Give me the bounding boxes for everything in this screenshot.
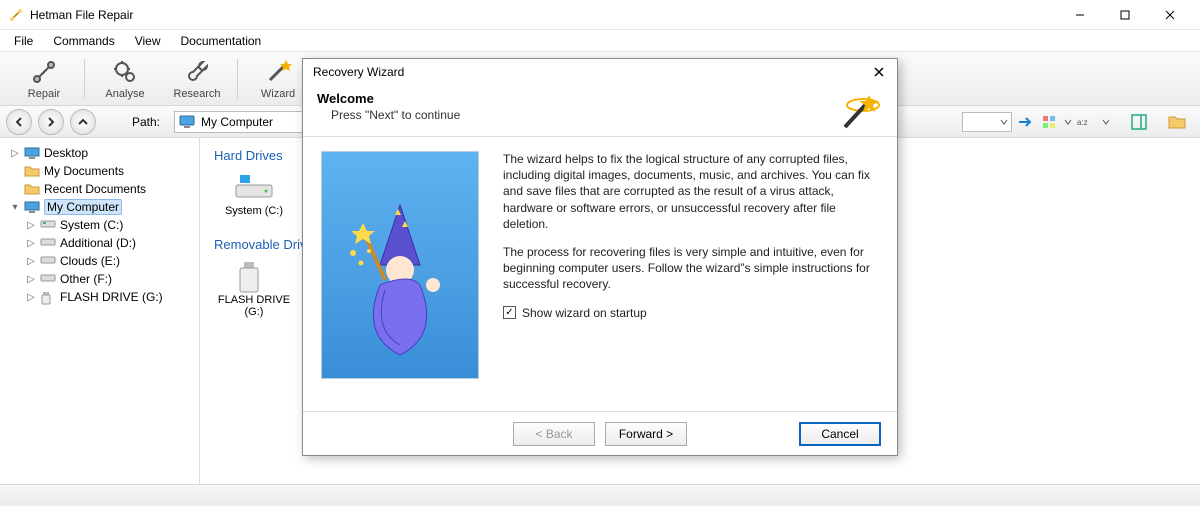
- forward-nav-button[interactable]: [38, 109, 64, 135]
- minimize-button[interactable]: [1057, 0, 1102, 30]
- drive-icon: [40, 237, 56, 249]
- drive-system[interactable]: System (C:): [214, 171, 294, 217]
- filter-dropdown[interactable]: [962, 112, 1012, 132]
- forward-button[interactable]: Forward >: [605, 422, 687, 446]
- window-title: Hetman File Repair: [30, 8, 133, 22]
- drive-icon: [234, 171, 274, 201]
- svg-text:a:z: a:z: [1077, 118, 1088, 127]
- toolbar-repair[interactable]: Repair: [8, 54, 80, 104]
- wrench-icon: [183, 58, 211, 86]
- app-icon: [8, 7, 24, 23]
- preview-pane-icon[interactable]: [1128, 111, 1150, 133]
- welcome-subtitle: Press "Next" to continue: [331, 108, 835, 122]
- up-button[interactable]: [70, 109, 96, 135]
- menubar: File Commands View Documentation: [0, 30, 1200, 52]
- recovery-wizard-dialog: Recovery Wizard Welcome Press "Next" to …: [302, 58, 898, 456]
- welcome-heading: Welcome: [317, 91, 835, 106]
- path-label: Path:: [132, 115, 160, 129]
- folder-tree: ▷Desktop My Documents Recent Documents ▾…: [0, 138, 200, 484]
- menu-file[interactable]: File: [6, 32, 41, 50]
- toolbar-research[interactable]: Research: [161, 54, 233, 104]
- toolbar-repair-label: Repair: [28, 88, 60, 100]
- wand-icon: [264, 58, 292, 86]
- checkbox-label: Show wizard on startup: [522, 305, 647, 321]
- dialog-title: Recovery Wizard: [313, 65, 404, 79]
- checkbox-icon: ✓: [503, 306, 516, 319]
- dialog-close-button[interactable]: [867, 62, 891, 82]
- wizard-illustration: [321, 151, 479, 379]
- path-value: My Computer: [201, 115, 273, 129]
- titlebar: Hetman File Repair: [0, 0, 1200, 30]
- cancel-button[interactable]: Cancel: [799, 422, 881, 446]
- tree-item-system[interactable]: ▷System (C:): [4, 216, 195, 234]
- tree-item-other[interactable]: ▷Other (F:): [4, 270, 195, 288]
- menu-commands[interactable]: Commands: [45, 32, 122, 50]
- magic-wand-icon: [835, 91, 883, 131]
- toolbar-wizard-label: Wizard: [261, 88, 295, 100]
- gears-icon: [111, 58, 139, 86]
- monitor-icon: [24, 201, 40, 213]
- statusbar: [0, 484, 1200, 506]
- go-arrow-icon[interactable]: [1014, 111, 1036, 133]
- view-thumbnails-icon[interactable]: [1038, 111, 1060, 133]
- toolbar-research-label: Research: [173, 88, 220, 100]
- toolbar-analyse-label: Analyse: [105, 88, 144, 100]
- tree-item-clouds[interactable]: ▷Clouds (E:): [4, 252, 195, 270]
- folder-icon: [24, 165, 40, 177]
- menu-view[interactable]: View: [127, 32, 169, 50]
- tree-item-recent[interactable]: Recent Documents: [4, 180, 195, 198]
- back-button[interactable]: [6, 109, 32, 135]
- monitor-icon: [179, 115, 195, 129]
- sort-az-icon[interactable]: a:z: [1076, 111, 1098, 133]
- usb-drive-icon: [234, 260, 274, 290]
- drive-icon: [40, 273, 56, 285]
- folder-icon: [24, 183, 40, 195]
- chevron-down-icon[interactable]: [1062, 118, 1074, 126]
- tree-item-additional[interactable]: ▷Additional (D:): [4, 234, 195, 252]
- tree-item-mydocs[interactable]: My Documents: [4, 162, 195, 180]
- tree-item-flash[interactable]: ▷FLASH DRIVE (G:): [4, 288, 195, 306]
- tools-icon: [30, 58, 58, 86]
- tree-item-mycomputer[interactable]: ▾My Computer: [4, 198, 195, 216]
- back-button: < Back: [513, 422, 595, 446]
- chevron-down-icon[interactable]: [1100, 118, 1112, 126]
- maximize-button[interactable]: [1102, 0, 1147, 30]
- show-on-startup-checkbox[interactable]: ✓ Show wizard on startup: [503, 305, 879, 321]
- tree-item-desktop[interactable]: ▷Desktop: [4, 144, 195, 162]
- toolbar-analyse[interactable]: Analyse: [89, 54, 161, 104]
- monitor-icon: [24, 147, 40, 159]
- drive-icon: [40, 255, 56, 267]
- separator: [237, 59, 238, 99]
- wizard-paragraph-2: The process for recovering files is very…: [503, 244, 879, 293]
- usb-icon: [40, 291, 56, 303]
- drive-flash[interactable]: FLASH DRIVE (G:): [214, 260, 294, 318]
- folder-icon[interactable]: [1166, 111, 1188, 133]
- close-button[interactable]: [1147, 0, 1192, 30]
- menu-documentation[interactable]: Documentation: [173, 32, 270, 50]
- separator: [84, 59, 85, 99]
- drive-icon: [40, 219, 56, 231]
- wizard-paragraph-1: The wizard helps to fix the logical stru…: [503, 151, 879, 232]
